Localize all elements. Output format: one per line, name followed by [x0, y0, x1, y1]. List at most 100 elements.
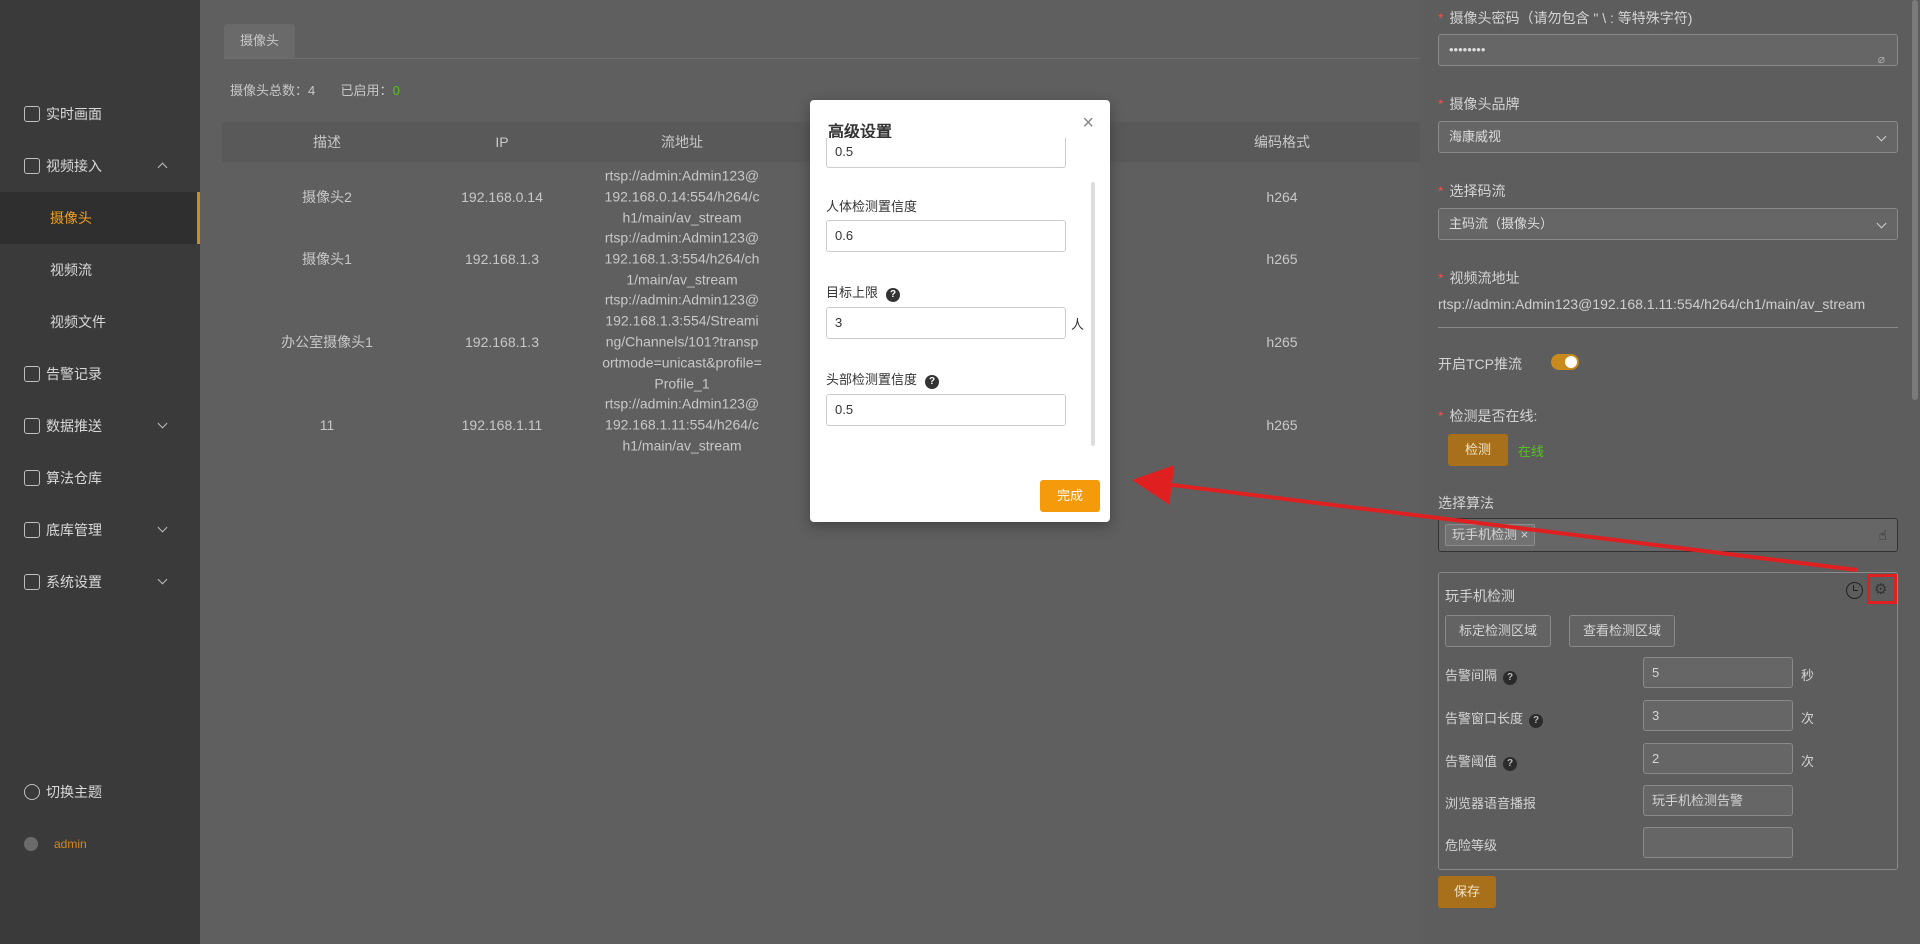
stream-url-label-text: 视频流地址: [1449, 270, 1520, 286]
head-confidence-input[interactable]: 0.5: [826, 394, 1066, 426]
sidebar-item-camera[interactable]: 摄像头: [0, 192, 200, 244]
drawer-scrollbar[interactable]: [1912, 0, 1918, 400]
brand-value: 海康威视: [1449, 129, 1502, 144]
help-icon[interactable]: ?: [1503, 757, 1518, 771]
sidebar-item-label: 算法仓库: [46, 470, 102, 486]
stream-type-select[interactable]: 主码流（摄像头）: [1438, 208, 1898, 240]
clock-icon[interactable]: [1846, 582, 1863, 599]
algorithm-select[interactable]: 玩手机检测 × ☝: [1438, 518, 1898, 552]
sidebar-item-label: 视频流: [50, 262, 92, 278]
sidebar: 实时画面 视频接入 摄像头 视频流 视频文件 告警记录 数据推送 算法仓库 底库…: [0, 0, 200, 944]
stream-type-label: * 选择码流: [1438, 183, 1506, 199]
sidebar-item-label: 实时画面: [46, 106, 102, 122]
cell-ip: 192.168.0.14: [461, 189, 543, 205]
target-limit-input[interactable]: 3: [826, 307, 1066, 339]
online-status: 在线: [1518, 444, 1545, 459]
mark-area-button[interactable]: 标定检测区域: [1445, 615, 1552, 647]
chevron-down-icon: [157, 574, 168, 585]
cell-stream: rtsp://admin:Admin123@192.168.1.11:554/h…: [604, 395, 760, 454]
sidebar-item-label: 底库管理: [46, 522, 102, 538]
chart-icon: [24, 418, 40, 434]
theme-toggle[interactable]: 切换主题: [0, 766, 200, 818]
body-confidence-input[interactable]: 0.6: [826, 220, 1066, 252]
sidebar-item-library[interactable]: 底库管理: [0, 504, 200, 556]
done-button[interactable]: 完成: [1040, 480, 1100, 512]
help-icon[interactable]: ?: [1503, 671, 1518, 685]
password-field[interactable]: •••••••• ⌀: [1438, 34, 1898, 66]
stream-url-label: * 视频流地址: [1438, 270, 1520, 286]
sidebar-item-video-file[interactable]: 视频文件: [0, 296, 200, 348]
card-title: 玩手机检测: [1445, 588, 1515, 604]
field-label: 告警窗口长度: [1445, 711, 1524, 726]
advanced-settings-button[interactable]: ⚙: [1867, 574, 1897, 604]
modal-scrollbar[interactable]: [1091, 182, 1095, 446]
cell-codec: h265: [1266, 417, 1298, 433]
target-limit-label: 目标上限?: [826, 282, 901, 302]
sidebar-item-data-push[interactable]: 数据推送: [0, 400, 200, 452]
chevron-down-icon: [157, 418, 168, 429]
sidebar-item-label: 系统设置: [46, 574, 102, 590]
voice-broadcast-label: 浏览器语音播报: [1445, 796, 1537, 811]
alarm-threshold-unit: 次: [1801, 754, 1815, 769]
brand-label: * 摄像头品牌: [1438, 96, 1520, 112]
help-icon[interactable]: ?: [886, 288, 901, 302]
sidebar-item-algorithm-store[interactable]: 算法仓库: [0, 452, 200, 504]
brand-select[interactable]: 海康威视: [1438, 121, 1898, 153]
stream-url-field[interactable]: rtsp://admin:Admin123@192.168.1.11:554/h…: [1438, 296, 1898, 328]
voice-broadcast-input[interactable]: 玩手机检测告警: [1643, 785, 1793, 816]
cell-desc: 摄像头1: [302, 251, 352, 267]
alarm-interval-label: 告警间隔?: [1445, 665, 1518, 685]
tab-camera[interactable]: 摄像头: [224, 24, 296, 58]
cell-codec: h265: [1266, 334, 1298, 350]
alarm-icon: [24, 366, 40, 382]
video-icon: [24, 158, 40, 174]
tag-close-icon[interactable]: ×: [1521, 527, 1529, 542]
tcp-toggle[interactable]: [1551, 354, 1579, 370]
view-area-button[interactable]: 查看检测区域: [1569, 615, 1676, 647]
cell-stream: rtsp://admin:Admin123@192.168.0.14:554/h…: [604, 167, 760, 226]
sidebar-item-realtime[interactable]: 实时画面: [0, 88, 200, 140]
close-icon[interactable]: ×: [1082, 112, 1094, 135]
column-header-ip: IP: [495, 134, 509, 150]
database-icon: [24, 522, 40, 538]
help-icon[interactable]: ?: [1529, 714, 1544, 728]
password-label-text: 摄像头密码（请勿包含 " \ : 等特殊字符): [1449, 10, 1693, 26]
sidebar-item-alarm-records[interactable]: 告警记录: [0, 348, 200, 400]
body-confidence-label: 人体检测置信度: [826, 199, 918, 214]
enabled-value: 0: [392, 83, 400, 98]
check-online-button[interactable]: 检测: [1448, 434, 1508, 466]
help-icon[interactable]: ?: [925, 375, 940, 389]
cell-desc: 摄像头2: [302, 189, 352, 205]
danger-level-input[interactable]: [1643, 827, 1793, 858]
camera-settings-drawer: * 摄像头密码（请勿包含 " \ : 等特殊字符) •••••••• ⌀ * 摄像头品…: [1420, 0, 1920, 944]
theme-toggle-label: 切换主题: [46, 784, 102, 800]
save-button[interactable]: 保存: [1438, 876, 1496, 908]
field-label: 头部检测置信度: [826, 372, 918, 387]
alarm-window-input[interactable]: 3: [1643, 700, 1793, 731]
column-header-stream: 流地址: [661, 134, 703, 150]
hand-icon: ☝: [1878, 527, 1887, 543]
tcp-label: 开启TCP推流: [1438, 356, 1522, 372]
head-confidence-label: 头部检测置信度?: [826, 369, 940, 389]
chevron-down-icon: [157, 522, 168, 533]
sidebar-item-video-input[interactable]: 视频接入: [0, 140, 200, 192]
eye-off-icon[interactable]: ⌀: [1878, 44, 1885, 74]
sidebar-item-video-stream[interactable]: 视频流: [0, 244, 200, 296]
sidebar-item-system-settings[interactable]: 系统设置: [0, 556, 200, 608]
advanced-settings-modal: 高级设置 × 0.5 人体检测置信度 0.6 目标上限? 3 人 头部检测置信度…: [810, 100, 1110, 522]
total-label: 摄像头总数：: [230, 83, 309, 98]
top-field-input[interactable]: 0.5: [826, 138, 1066, 168]
alarm-interval-input[interactable]: 5: [1643, 657, 1793, 688]
user-menu[interactable]: admin: [0, 818, 200, 870]
enabled-label: 已启用：: [340, 83, 393, 98]
field-label: 告警间隔: [1445, 668, 1498, 683]
gear-icon: [24, 574, 40, 590]
sidebar-nav: 实时画面 视频接入 摄像头 视频流 视频文件 告警记录 数据推送 算法仓库 底库…: [0, 88, 200, 608]
sidebar-item-label: 数据推送: [46, 418, 102, 434]
stream-type-value: 主码流（摄像头）: [1449, 216, 1554, 231]
sidebar-item-label: 视频文件: [50, 314, 106, 330]
field-label: 目标上限: [826, 285, 879, 300]
cell-codec: h264: [1266, 189, 1298, 205]
alarm-threshold-input[interactable]: 2: [1643, 743, 1793, 774]
gear-icon: ⚙: [1874, 581, 1888, 598]
